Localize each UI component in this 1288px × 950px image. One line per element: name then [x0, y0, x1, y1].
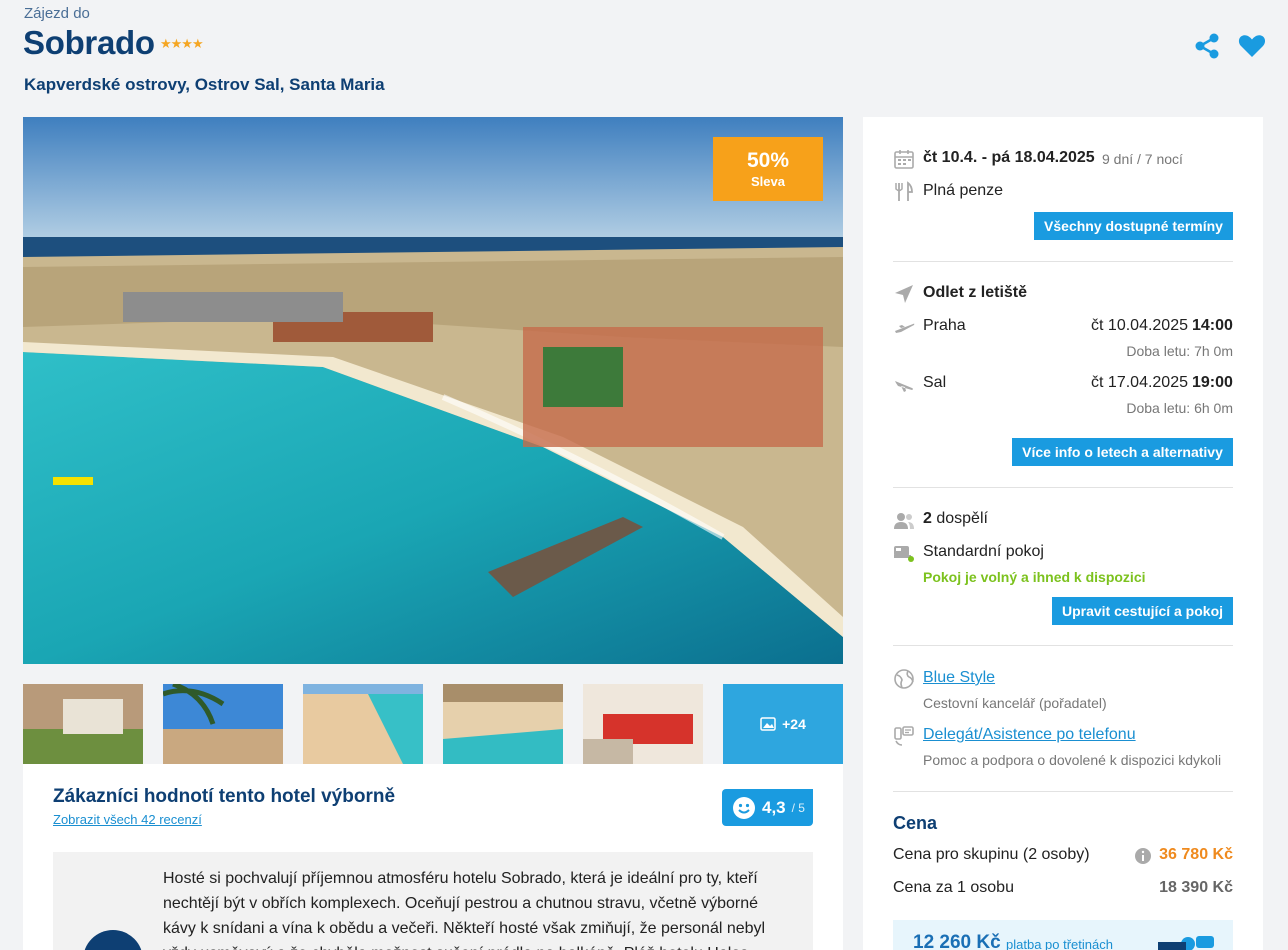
- review-summary-text: Hosté si pochvalují příjemnou atmosféru …: [163, 870, 766, 950]
- discount-percent: 50%: [746, 149, 790, 172]
- calendar-icon: [894, 150, 914, 169]
- divider: [893, 487, 1233, 488]
- share-button[interactable]: [1194, 32, 1222, 60]
- organizer-role: Cestovní kancelář (pořadatel): [923, 695, 1107, 711]
- thumbnail-image: [443, 684, 563, 764]
- inbound-duration: Doba letu: 6h 0m: [1126, 400, 1233, 416]
- departure-title: Odlet z letiště: [923, 284, 1028, 301]
- discount-label: Sleva: [751, 174, 785, 189]
- thumbnail-3[interactable]: [303, 684, 423, 764]
- inbound-date: čt 17.04.2025: [1091, 374, 1188, 391]
- group-price-label: Cena pro skupinu (2 osoby): [893, 846, 1090, 863]
- traveler-label: dospělí: [936, 510, 988, 527]
- review-title: Zákazníci hodnotí tento hotel výborně: [53, 786, 396, 807]
- discount-badge: 50% Sleva: [713, 137, 823, 201]
- gallery-icon: [760, 717, 776, 731]
- trip-duration: 9 dní / 7 nocí: [1102, 151, 1183, 167]
- person-price-value: 18 390 Kč: [1159, 879, 1233, 896]
- thumbnail-image: [163, 684, 283, 764]
- hotel-location: Kapverdské ostrovy, Ostrov Sal, Santa Ma…: [24, 75, 385, 94]
- outbound-date: čt 10.04.2025: [1091, 317, 1188, 334]
- rating-value: 4,3: [762, 797, 786, 817]
- price-title: Cena: [893, 813, 938, 833]
- hotel-name: Sobrado: [23, 24, 155, 61]
- delegate-link[interactable]: Delegát/Asistence po telefonu: [923, 726, 1136, 744]
- board-type: Plná penze: [923, 182, 1004, 199]
- inbound-city: Sal: [923, 374, 947, 391]
- traveler-summary: 2 dospělí: [923, 510, 988, 528]
- more-photos-count: +24: [782, 716, 806, 732]
- trip-dates: čt 10.4. - pá 18.04.2025: [923, 149, 1095, 166]
- smiley-icon: [733, 796, 755, 819]
- delegate-note: Pomoc a podpora o dovolené k dispozici k…: [923, 752, 1222, 768]
- installment-text: platba po třetinách: [1006, 937, 1113, 950]
- inbound-time: 19:00: [1192, 374, 1233, 391]
- thumbnail-5[interactable]: [583, 684, 703, 764]
- room-availability: Pokoj je volný a ihned k dispozici: [923, 569, 1146, 585]
- installment-value: 12 260 Kč: [913, 932, 1001, 950]
- people-icon: [894, 513, 914, 529]
- rating-max: / 5: [791, 800, 805, 815]
- outbound-time: 14:00: [1192, 317, 1233, 334]
- thumbnail-2[interactable]: [163, 684, 283, 764]
- thumbnail-image: [23, 684, 143, 764]
- plane-landing-icon: [895, 381, 913, 392]
- thumbnail-image: [303, 684, 423, 764]
- cutlery-icon: [895, 181, 913, 201]
- divider: [893, 645, 1233, 646]
- plane-takeoff-icon: [895, 323, 915, 333]
- payment-logo-icon: [1158, 936, 1214, 950]
- pre-title: Zájezd do: [24, 5, 90, 22]
- room-type: Standardní pokoj: [923, 543, 1044, 560]
- globe-icon: [894, 669, 914, 689]
- organizer-link[interactable]: Blue Style: [923, 669, 995, 687]
- outbound-city: Praha: [923, 317, 966, 334]
- navigation-arrow-icon: [895, 285, 913, 303]
- share-icon: [1195, 33, 1219, 59]
- bed-icon: [894, 546, 914, 562]
- all-reviews-link[interactable]: Zobrazit všech 42 recenzí: [53, 812, 202, 827]
- thumbnail-4[interactable]: [443, 684, 563, 764]
- rating-badge: 4,3 / 5: [722, 789, 813, 826]
- heart-icon: [1238, 35, 1266, 57]
- more-photos-button[interactable]: +24: [723, 684, 843, 764]
- support-phone-icon: [894, 726, 914, 746]
- traveler-count: 2: [923, 510, 932, 527]
- star-rating: ★★★★: [160, 36, 204, 51]
- thumbnail-1[interactable]: [23, 684, 143, 764]
- favorite-button[interactable]: [1238, 32, 1266, 60]
- group-price-value: 36 780 Kč: [1159, 846, 1233, 863]
- person-price-label: Cena za 1 osobu: [893, 879, 1014, 896]
- divider: [893, 261, 1233, 262]
- divider: [893, 791, 1233, 792]
- thumbnail-image: [583, 684, 703, 764]
- all-dates-button[interactable]: Všechny dostupné termíny: [1034, 212, 1233, 240]
- edit-travelers-button[interactable]: Upravit cestující a pokoj: [1052, 597, 1233, 625]
- flight-info-button[interactable]: Více info o letech a alternativy: [1012, 438, 1233, 466]
- outbound-duration: Doba letu: 7h 0m: [1126, 343, 1233, 359]
